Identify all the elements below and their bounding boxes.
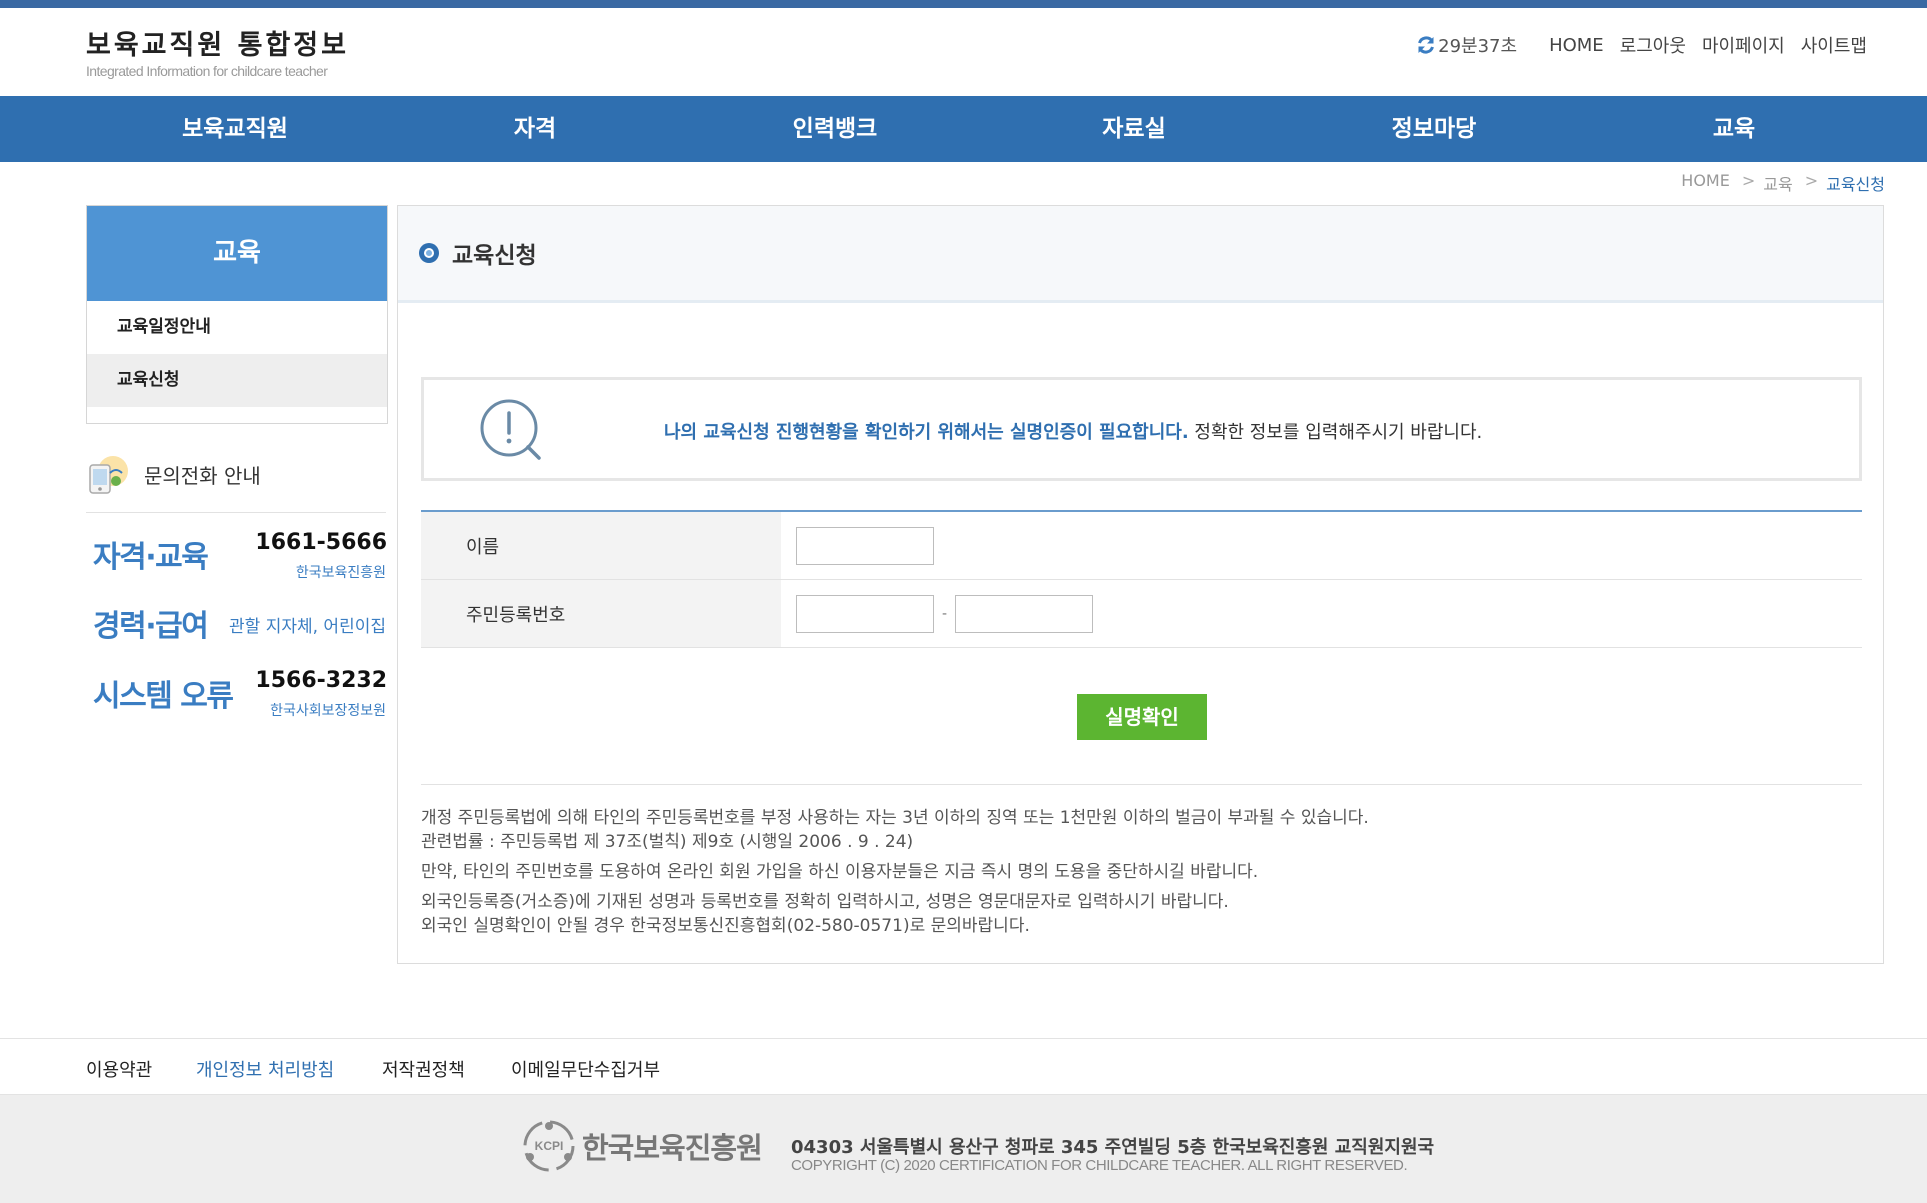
- breadcrumb-separator: >: [1804, 171, 1819, 190]
- nav-info-square[interactable]: 정보마당: [1392, 96, 1477, 162]
- refresh-icon: [1418, 36, 1435, 54]
- logo-title: 보육교직원 통합정보: [86, 30, 349, 61]
- logout-link[interactable]: 로그아웃: [1620, 32, 1686, 58]
- breadcrumb-current: 교육신청: [1826, 175, 1885, 194]
- legal-line: 외국인 실명확인이 안될 경우 한국정보통신진흥협회(02-580-0571)로…: [421, 916, 1030, 936]
- utility-links: 29분37초 HOME 로그아웃 마이페이지 사이트맵: [1416, 32, 1867, 58]
- legal-notice: 개정 주민등록법에 의해 타인의 주민등록번호를 부정 사용하는 자는 3년 이…: [421, 806, 1862, 938]
- sidebar-menu: 교육 교육일정안내 교육신청: [86, 205, 388, 424]
- name-label: 이름: [421, 512, 781, 579]
- legal-line: 관련법률 : 주민등록법 제 37조(벌칙) 제9호 (시행일 2006 . 9…: [421, 832, 914, 852]
- footer-terms-link[interactable]: 이용약관: [86, 1056, 152, 1082]
- nav-qualification[interactable]: 자격: [514, 96, 556, 162]
- content-divider: [421, 784, 1862, 785]
- contact-org-qualification: 한국보육진흥원: [295, 565, 386, 581]
- notice-box: 나의 교육신청 진행현황을 확인하기 위해서는 실명인증이 필요합니다. 정확한…: [421, 377, 1862, 481]
- rrn-separator: -: [942, 605, 948, 622]
- rrn-back-input[interactable]: [955, 594, 1094, 633]
- rrn-front-input[interactable]: [796, 594, 934, 633]
- contact-category-system: 시스템 오류: [93, 679, 234, 714]
- contact-category-career: 경력·급여: [93, 609, 209, 644]
- footer-copyright: COPYRIGHT (C) 2020 CERTIFICATION FOR CHI…: [791, 1157, 1408, 1174]
- sidebar-title: 교육: [87, 206, 387, 301]
- footer-privacy-link[interactable]: 개인정보 처리방침: [196, 1056, 334, 1082]
- footer-logo: KCPI 한국보육진흥원: [520, 1117, 763, 1175]
- rrn-cell: -: [781, 580, 1862, 647]
- sidebar-item-schedule[interactable]: 교육일정안내: [87, 301, 387, 354]
- home-link[interactable]: HOME: [1549, 35, 1604, 56]
- contact-number-qualification: 1661-5666: [255, 530, 387, 555]
- main-navigation: 보육교직원 자격 인력뱅크 자료실 정보마당 교육: [0, 96, 1927, 162]
- name-input[interactable]: [796, 526, 934, 565]
- contact-org-system: 한국사회보장정보원: [270, 703, 386, 719]
- contact-divider: [86, 512, 386, 513]
- nav-workforce-bank[interactable]: 인력뱅크: [793, 96, 878, 162]
- notice-rest: 정확한 정보를 입력해주시기 바랍니다.: [1188, 422, 1483, 443]
- rrn-label: 주민등록번호: [421, 580, 781, 647]
- form-row-rrn: 주민등록번호 -: [421, 580, 1862, 648]
- content-header: 교육신청: [398, 206, 1883, 303]
- breadcrumb-home[interactable]: HOME: [1681, 171, 1730, 195]
- footer-logo-text: 한국보육진흥원: [582, 1131, 763, 1165]
- search-alert-icon: [480, 399, 541, 460]
- contact-heading-label: 문의전화 안내: [144, 463, 261, 488]
- main-content: 교육신청 나의 교육신청 진행현황을 확인하기 위해서는 실명인증이 필요합니다…: [397, 205, 1884, 964]
- footer-copyright-link[interactable]: 저작권정책: [382, 1056, 465, 1082]
- kcpi-logo-icon: KCPI: [523, 1120, 575, 1172]
- legal-line: 외국인등록증(거소증)에 기재된 성명과 등록번호를 정확히 입력하시고, 성명…: [421, 892, 1229, 912]
- footer-links: 이용약관 개인정보 처리방침 저작권정책 이메일무단수집거부: [0, 1038, 1927, 1095]
- kcpi-logo-mark: KCPI: [535, 1139, 564, 1153]
- form-row-name: 이름: [421, 512, 1862, 580]
- footer-email-refusal-link[interactable]: 이메일무단수집거부: [511, 1056, 660, 1082]
- session-timer[interactable]: 29분37초: [1416, 32, 1517, 58]
- breadcrumb: HOME > 교육 > 교육신청: [1673, 171, 1885, 195]
- title-bullet-icon: [419, 243, 439, 263]
- top-accent-bar: [0, 0, 1927, 8]
- legal-line: 개정 주민등록법에 의해 타인의 주민등록번호를 부정 사용하는 자는 3년 이…: [421, 808, 1369, 828]
- breadcrumb-separator: >: [1741, 171, 1756, 190]
- site-logo[interactable]: 보육교직원 통합정보 Integrated Information for ch…: [86, 30, 349, 79]
- nav-resources[interactable]: 자료실: [1102, 96, 1165, 162]
- page-title: 교육신청: [452, 243, 537, 269]
- nav-education[interactable]: 교육: [1713, 96, 1755, 162]
- mypage-link[interactable]: 마이페이지: [1702, 32, 1785, 58]
- phone-guide-icon: [89, 456, 128, 494]
- sitemap-link[interactable]: 사이트맵: [1801, 32, 1867, 58]
- confirm-identity-button[interactable]: 실명확인: [1077, 694, 1207, 740]
- breadcrumb-education[interactable]: 교육: [1763, 171, 1792, 195]
- logo-subtitle: Integrated Information for childcare tea…: [86, 63, 328, 79]
- footer: KCPI 한국보육진흥원 04303 서울특별시 용산구 청파로 345 주연빌…: [0, 1095, 1927, 1203]
- sidebar-item-apply[interactable]: 교육신청: [87, 354, 387, 407]
- session-timer-text: 29분37초: [1438, 36, 1518, 57]
- notice-text: 나의 교육신청 진행현황을 확인하기 위해서는 실명인증이 필요합니다. 정확한…: [664, 418, 1482, 444]
- identity-form: 이름 주민등록번호 -: [421, 510, 1862, 648]
- footer-address: 04303 서울특별시 용산구 청파로 345 주연빌딩 5층 한국보육진흥원 …: [791, 1137, 1435, 1158]
- nav-staff[interactable]: 보육교직원: [182, 96, 288, 162]
- contact-org-career: 관할 지자체, 어린이집: [229, 617, 386, 637]
- legal-line: 만약, 타인의 주민번호를 도용하여 온라인 회원 가입을 하신 이용자분들은 …: [421, 862, 1259, 882]
- contact-heading: 문의전화 안내: [86, 451, 261, 497]
- contact-category-qualification: 자격·교육: [93, 540, 209, 575]
- notice-highlight: 나의 교육신청 진행현황을 확인하기 위해서는 실명인증이 필요합니다.: [664, 422, 1189, 443]
- name-cell: [781, 512, 1862, 579]
- contact-number-system: 1566-3232: [255, 668, 387, 693]
